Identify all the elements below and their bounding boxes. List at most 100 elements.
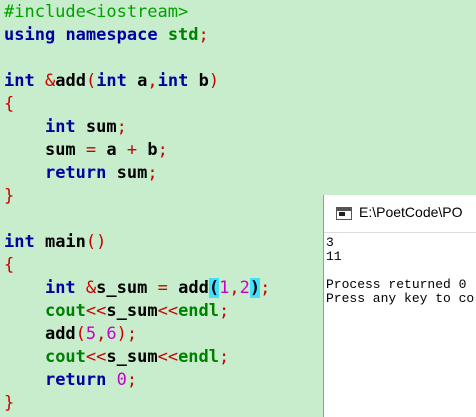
console-titlebar[interactable]: E:\PoetCode\PO [324,195,476,233]
code-token: ( [208,278,220,298]
code-line-11[interactable]: int main() [4,231,106,254]
code-token: namespace [65,25,158,45]
code-token: { [4,255,15,275]
code-token: s_sum [96,278,148,298]
code-token: add [44,324,76,344]
code-line-13[interactable]: int &s_sum = add(1,2); [4,277,270,300]
code-line-18[interactable]: } [4,392,14,415]
code-token: ) [208,71,220,91]
code-token: ; [147,163,158,183]
console-title: E:\PoetCode\PO [359,204,463,220]
code-token: main [34,232,86,252]
code-token: 5 [85,324,97,344]
code-line-9[interactable]: } [4,185,14,208]
code-token: ) [249,278,261,298]
code-token: ; [157,140,168,160]
output-line: 11 [326,249,342,264]
code-token: 6 [106,324,117,344]
code-token: int [4,71,35,91]
code-token: << [157,347,179,367]
output-line: Process returned 0 [326,277,467,292]
code-line-5[interactable]: { [4,93,14,116]
code-line-15[interactable]: add(5,6); [4,323,137,346]
code-line-7[interactable]: sum = a + b; [4,139,168,162]
code-token: , [229,278,240,298]
code-token: ; [219,301,230,321]
code-token: () [85,232,107,252]
code-token: add [55,71,86,91]
code-token: sum [75,117,117,137]
code-token: int [44,117,76,137]
code-token: , [96,324,107,344]
code-token: sum [106,163,148,183]
code-token: ) [116,324,127,344]
code-token: ; [126,324,138,344]
code-token: 2 [239,278,250,298]
code-token: } [4,393,15,413]
code-token: << [85,301,107,321]
code-token: sum [44,140,76,160]
output-line: 3 [326,235,334,250]
code-token: ; [116,117,127,137]
code-token: int [96,71,127,91]
code-token: cout [44,301,86,321]
code-token: ( [75,324,86,344]
code-line-14[interactable]: cout<<s_sum<<endl; [4,300,229,323]
code-token: endl [178,347,220,367]
code-token: 0 [116,370,127,390]
code-token: endl [178,301,220,321]
console-window[interactable]: E:\PoetCode\PO 3 11 Process returned 0 P… [323,195,476,417]
code-token: int [4,232,35,252]
code-line-2[interactable]: using namespace std; [4,24,209,47]
code-token: ; [198,25,209,45]
code-token: add [167,278,209,298]
code-token: << [85,347,107,367]
code-token: #include<iostream> [4,2,189,22]
code-line-1[interactable]: #include<iostream> [4,1,188,24]
code-token: s_sum [106,301,158,321]
code-token: 1 [219,278,230,298]
code-token: = [85,140,97,160]
code-token: b [188,71,209,91]
code-line-8[interactable]: return sum; [4,162,158,185]
code-token: << [157,301,179,321]
console-window-icon [336,207,352,220]
code-line-12[interactable]: { [4,254,14,277]
code-token: , [147,71,158,91]
code-token: int [44,278,76,298]
code-token: ; [219,347,230,367]
code-line-4[interactable]: int &add(int a,int b) [4,70,219,93]
code-token: s_sum [106,347,158,367]
console-output: 3 11 Process returned 0 Press any key to… [326,235,476,415]
code-token: b [137,140,158,160]
code-token: using [4,25,56,45]
code-token: ; [126,370,138,390]
code-token: { [4,94,15,114]
code-line-16[interactable]: cout<<s_sum<<endl; [4,346,229,369]
code-token: } [4,186,15,206]
code-line-6[interactable]: int sum; [4,116,127,139]
code-token: a [96,140,127,160]
code-token: a [126,71,148,91]
code-token: return [44,370,107,390]
code-token: = [157,278,168,298]
code-token: ; [260,278,271,298]
code-line-17[interactable]: return 0; [4,369,137,392]
code-token: return [44,163,107,183]
output-line: Press any key to co [326,291,475,306]
code-token: & [44,71,56,91]
